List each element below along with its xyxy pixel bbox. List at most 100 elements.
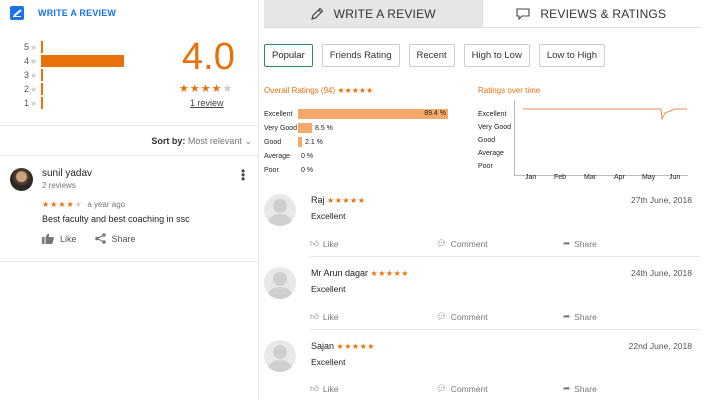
overall-row-label: Average [264, 152, 290, 160]
over-time-x-label: Mar [584, 174, 597, 181]
star-icon: ★ [30, 70, 38, 80]
star-icon: ★ [30, 98, 38, 108]
sort-label: Sort by: [151, 136, 186, 146]
overall-row-value: 0 % [301, 166, 314, 174]
overall-row-label: Very Good [264, 124, 298, 132]
share-label: Share [574, 238, 597, 249]
histogram-row: 3 ★ [22, 68, 124, 82]
share-label: Share [574, 311, 597, 322]
overall-ratings-title: Overall Ratings (94) ★★★★★ [264, 86, 374, 95]
over-time-x-label: Jun [669, 174, 681, 181]
histogram-star-label: 3 [23, 70, 29, 80]
filter-high-to-low[interactable]: High to Low [463, 44, 530, 67]
like-label: Like [322, 238, 339, 249]
share-button[interactable]: ➦ Share [563, 238, 597, 249]
sort-value: Most relevant [187, 136, 242, 146]
filter-bar: Popular Friends Rating Recent High to Lo… [264, 44, 605, 67]
reviewer-name[interactable]: Sajan [311, 341, 334, 351]
overall-row-label: Excellent [264, 110, 293, 118]
divider [0, 261, 259, 262]
more-options-icon[interactable]: • • • [241, 165, 245, 185]
over-time-y-label: Good [478, 137, 496, 144]
overall-row: Good 2.1 % [264, 136, 323, 148]
filter-friends-rating[interactable]: Friends Rating [321, 44, 400, 67]
comment-icon: 💬︎ [436, 238, 447, 248]
like-button[interactable]: 👍︎ Like [310, 238, 338, 249]
tab-write-review[interactable]: WRITE A REVIEW [264, 0, 482, 28]
comment-icon: 💬︎ [436, 311, 447, 321]
like-button[interactable]: Like [42, 233, 77, 244]
chat-bubble-icon [516, 7, 530, 20]
reviewer-name-row: Raj ★★★★★ [311, 195, 365, 205]
review-time: a year ago [87, 200, 126, 209]
sort-dropdown[interactable]: Sort by: Most relevant ⌄ [151, 136, 252, 147]
like-button[interactable]: 👍︎ Like [310, 311, 338, 322]
share-icon [94, 233, 106, 244]
pencil-icon [310, 7, 324, 20]
over-time-x-label: Jan [525, 174, 537, 181]
review-text: Excellent [311, 357, 346, 367]
overall-row-value: 2.1 % [305, 138, 323, 146]
histogram-bar [41, 97, 43, 109]
histogram-row: 4 ★ [22, 54, 124, 68]
overall-row: Poor 0 % [264, 164, 313, 176]
avatar[interactable] [264, 267, 296, 299]
ratings-over-time-title: Ratings over time [478, 86, 541, 95]
comment-button[interactable]: 💬︎ Comment [436, 238, 488, 249]
comment-label: Comment [450, 383, 488, 394]
overall-row-label: Good [264, 138, 282, 146]
filter-popular[interactable]: Popular [264, 44, 313, 67]
reviewer-name[interactable]: Raj [311, 195, 325, 205]
divider [0, 125, 259, 126]
avatar[interactable] [10, 168, 33, 191]
over-time-x-label: May [642, 174, 656, 181]
review-text: Excellent [311, 284, 346, 294]
thumbs-up-icon [42, 233, 54, 244]
thumbs-up-icon: 👍︎ [310, 383, 319, 393]
like-label: Like [322, 383, 339, 394]
avatar[interactable] [264, 194, 296, 226]
reviewer-name[interactable]: sunil yadav [42, 168, 92, 179]
over-time-plot-area [514, 100, 688, 176]
divider [310, 256, 700, 257]
share-button[interactable]: ➦ Share [563, 311, 597, 322]
comment-button[interactable]: 💬︎ Comment [436, 383, 488, 394]
reviewer-name[interactable]: Mr Arun dagar [311, 268, 368, 278]
comment-icon: 💬︎ [436, 383, 447, 393]
review-actions: Like Share [42, 233, 136, 244]
review-date: 27th June, 2018 [631, 195, 692, 205]
histogram-star-label: 4 [23, 56, 29, 66]
filter-low-to-high[interactable]: Low to High [538, 44, 605, 67]
like-button[interactable]: 👍︎ Like [310, 383, 338, 394]
divider [0, 155, 259, 156]
review-date: 24th June, 2018 [631, 268, 692, 278]
filter-recent[interactable]: Recent [408, 44, 455, 67]
overall-row-value: 8.5 % [315, 124, 333, 132]
comment-button[interactable]: 💬︎ Comment [436, 311, 488, 322]
tab-reviews-ratings-label: REVIEWS & RATINGS [540, 6, 667, 21]
tab-reviews-ratings[interactable]: REVIEWS & RATINGS [481, 0, 700, 28]
divider [310, 329, 700, 330]
histogram-bar [41, 41, 43, 53]
overall-row-bar [298, 123, 312, 133]
avatar[interactable] [264, 340, 296, 372]
histogram-row: 1 ★ [22, 96, 124, 110]
histogram-star-label: 1 [23, 98, 29, 108]
share-button[interactable]: ➦ Share [563, 383, 597, 394]
like-label: Like [322, 311, 339, 322]
review-count-link[interactable]: 1 review [190, 98, 224, 108]
star-icon: ★ [30, 84, 38, 94]
review-text: Excellent [311, 211, 346, 221]
review-stars: ★★★★★ [42, 200, 83, 209]
overall-row-bar: 89.4 % [298, 109, 448, 119]
star-icon: ★ [30, 56, 38, 66]
reviewer-name-row: Mr Arun dagar ★★★★★ [311, 268, 409, 278]
review-stars: ★★★★★ [370, 269, 409, 278]
over-time-line [523, 108, 687, 121]
chevron-down-icon: ⌄ [244, 136, 252, 146]
share-icon: ➦ [563, 311, 571, 321]
over-time-x-label: Feb [554, 174, 567, 181]
share-button[interactable]: Share [94, 233, 136, 244]
overall-row: Very Good 8.5 % [264, 122, 333, 134]
write-review-link[interactable]: WRITE A REVIEW [10, 6, 116, 20]
